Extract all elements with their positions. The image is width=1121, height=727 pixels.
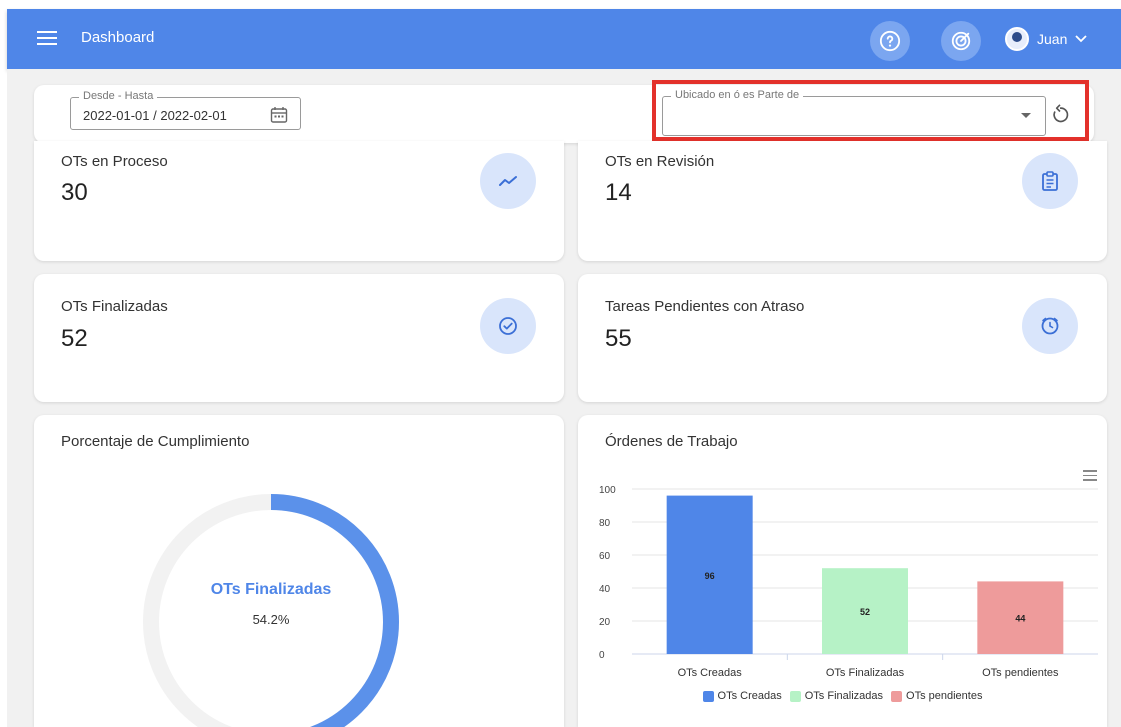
stat-card-in-review[interactable]: OTs en Revisión 14 (578, 141, 1107, 261)
legend-swatch (891, 690, 903, 702)
legend-item[interactable]: OTs pendientes (891, 690, 982, 702)
bar-data-label: 96 (705, 571, 715, 581)
y-tick-label: 0 (599, 650, 605, 661)
stat-title: OTs en Revisión (605, 153, 715, 170)
stat-value: 14 (605, 179, 632, 206)
date-range-field[interactable]: Desde - Hasta 2022-01-01 / 2022-02-01 (70, 90, 301, 130)
stat-value: 52 (61, 325, 88, 352)
bar-data-label: 44 (1015, 614, 1025, 624)
help-icon (879, 30, 901, 52)
target-button[interactable] (941, 21, 981, 61)
trend-icon (480, 153, 536, 209)
legend-label: OTs Finalizadas (804, 690, 884, 702)
orders-bar-chart: 0 20 40 60 80 100 96 OTs Creadas 52 OTs Finalizad… (599, 485, 1098, 679)
stat-card-in-process[interactable]: OTs en Proceso 30 (34, 141, 564, 261)
donut-center-percent: 54.2% (252, 612, 290, 627)
target-icon (951, 31, 971, 51)
page-title: Dashboard (81, 29, 155, 46)
y-tick-label: 60 (599, 551, 611, 562)
stat-card-finished[interactable]: OTs Finalizadas 52 (34, 274, 564, 402)
compliance-donut (143, 494, 399, 727)
date-range-value: 2022-01-01 / 2022-02-01 (83, 108, 227, 123)
user-menu[interactable]: Juan (1005, 27, 1087, 51)
chevron-down-icon (1075, 35, 1087, 43)
compliance-card: Porcentaje de Cumplimiento OTs Finalizad… (34, 415, 564, 727)
date-range-label: Desde - Hasta (79, 90, 158, 102)
stat-title: OTs Finalizadas (61, 298, 168, 315)
stat-value: 55 (605, 325, 632, 352)
legend-label: OTs Creadas (717, 690, 782, 702)
legend-item[interactable]: OTs Creadas (702, 690, 782, 702)
x-tick-label: OTs pendientes (982, 667, 1059, 679)
clock-alert-icon (1022, 298, 1078, 354)
stat-card-overdue-tasks[interactable]: Tareas Pendientes con Atraso 55 (578, 274, 1107, 402)
stat-title: OTs en Proceso (61, 153, 168, 170)
menu-icon[interactable] (37, 31, 57, 47)
main-content: Desde - Hasta 2022-01-01 / 2022-02-01 Ub… (7, 69, 1121, 727)
help-button[interactable] (870, 21, 910, 61)
bar-data-label: 52 (860, 607, 870, 617)
legend-swatch (702, 690, 714, 702)
y-tick-label: 80 (599, 518, 611, 529)
clipboard-icon (1022, 153, 1078, 209)
avatar (1005, 27, 1029, 51)
y-tick-label: 20 (599, 617, 611, 628)
stat-title: Tareas Pendientes con Atraso (605, 298, 805, 315)
legend-item[interactable]: OTs Finalizadas (789, 690, 884, 702)
top-bar: Dashboard Juan (7, 9, 1121, 69)
highlight-box (652, 80, 1089, 141)
legend-swatch (789, 690, 801, 702)
donut-center-label: OTs Finalizadas (210, 581, 332, 598)
calendar-icon[interactable] (270, 106, 288, 124)
stat-value: 30 (61, 179, 88, 206)
x-tick-label: OTs Creadas (678, 667, 743, 679)
app-frame: Dashboard Juan Desde - Hasta 2022-01-01 … (0, 0, 1121, 727)
chart-legend: OTs Creadas OTs Finalizadas OTs pendientes (578, 690, 1107, 702)
legend-label: OTs pendientes (906, 690, 983, 702)
y-tick-label: 40 (599, 584, 611, 595)
y-tick-label: 100 (599, 485, 616, 496)
x-tick-label: OTs Finalizadas (826, 667, 905, 679)
check-circle-icon (480, 298, 536, 354)
user-name: Juan (1037, 31, 1068, 47)
orders-chart-card: Órdenes de Trabajo 0 20 40 60 80 100 96 OTs Cre… (578, 415, 1107, 727)
